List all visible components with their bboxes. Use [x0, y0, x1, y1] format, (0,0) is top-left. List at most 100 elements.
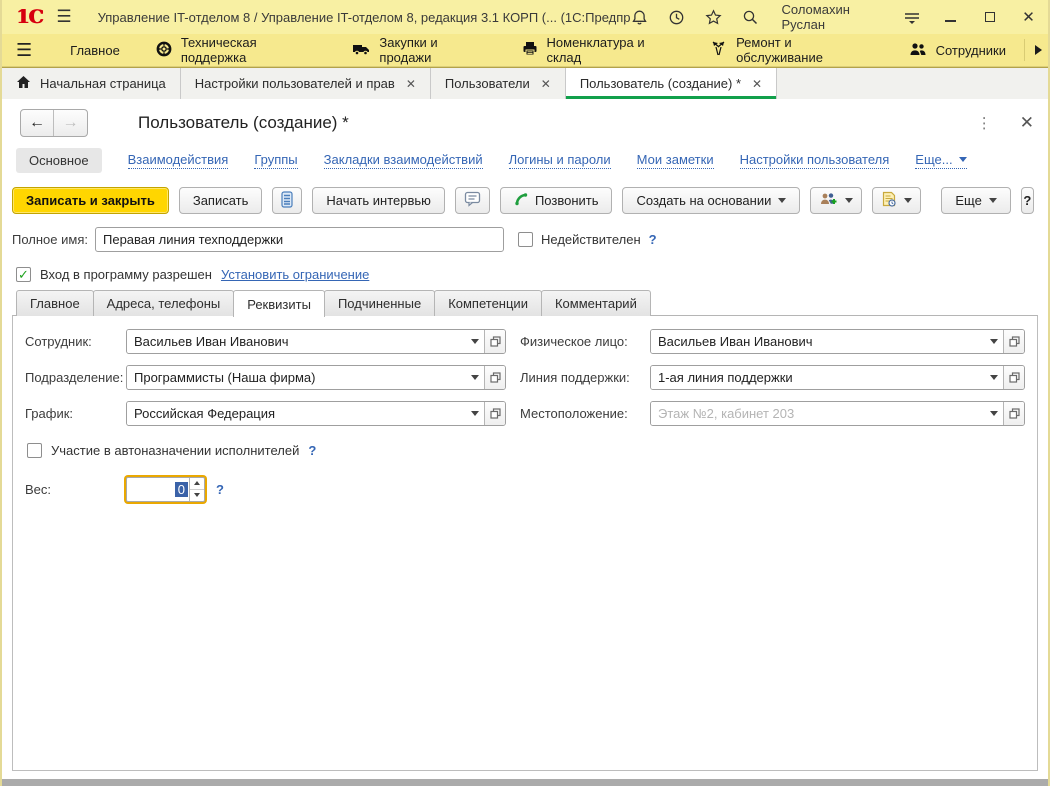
- window-title: Управление IT-отделом 8 / Управление IT-…: [98, 10, 632, 25]
- tab-subordinates[interactable]: Подчиненные: [324, 290, 435, 316]
- navlink-user-settings[interactable]: Настройки пользователя: [740, 152, 890, 169]
- open-item-icon[interactable]: [484, 366, 505, 389]
- form-close-icon[interactable]: ✕: [1020, 113, 1034, 133]
- login-allowed-checkbox[interactable]: ✓: [16, 267, 31, 282]
- chevron-down-icon: [845, 198, 853, 203]
- full-name-input[interactable]: [95, 227, 504, 252]
- close-window-button[interactable]: ✕: [1019, 7, 1038, 27]
- menu-item-tech-support[interactable]: Техническая поддержка: [138, 34, 335, 66]
- set-restriction-link[interactable]: Установить ограничение: [221, 267, 369, 282]
- menu-item-label: Закупки и продажи: [379, 35, 485, 65]
- start-interview-button[interactable]: Начать интервью: [312, 187, 445, 214]
- tab-main[interactable]: Главное: [16, 290, 94, 316]
- close-tab-icon[interactable]: ✕: [406, 77, 416, 91]
- full-name-label: Полное имя:: [12, 232, 95, 247]
- tab-requisites[interactable]: Реквизиты: [233, 290, 325, 317]
- open-item-icon[interactable]: [484, 402, 505, 425]
- person-input[interactable]: [651, 330, 985, 353]
- schedule-input[interactable]: [127, 402, 466, 425]
- tab-competencies[interactable]: Компетенции: [434, 290, 542, 316]
- main-menu-icon[interactable]: ☰: [56, 7, 71, 27]
- current-user[interactable]: Соломахин Руслан: [781, 2, 881, 32]
- navlink-logins-passwords[interactable]: Логины и пароли: [509, 152, 611, 169]
- save-and-close-button[interactable]: Записать и закрыть: [12, 187, 169, 214]
- assign-users-dropdown-button[interactable]: [810, 187, 862, 214]
- menu-item-label: Ремонт и обслуживание: [736, 35, 873, 65]
- help-button[interactable]: ?: [1021, 187, 1034, 214]
- menu-item-repair-service[interactable]: Ремонт и обслуживание: [692, 34, 891, 66]
- dropdown-arrow-icon[interactable]: [985, 402, 1003, 425]
- tab-user-create[interactable]: Пользователь (создание) * ✕: [566, 68, 777, 99]
- weight-help-icon[interactable]: ?: [216, 482, 224, 497]
- create-based-on-label: Создать на основании: [636, 193, 771, 208]
- navlink-main[interactable]: Основное: [16, 148, 102, 173]
- weight-label: Вес:: [25, 482, 126, 497]
- open-item-icon[interactable]: [1003, 330, 1024, 353]
- navlink-my-notes[interactable]: Мои заметки: [637, 152, 714, 169]
- dropdown-arrow-icon[interactable]: [985, 366, 1003, 389]
- people-icon: [909, 42, 927, 59]
- favorites-star-icon[interactable]: [705, 8, 722, 26]
- back-button[interactable]: ←: [21, 110, 54, 136]
- save-button[interactable]: Записать: [179, 187, 263, 214]
- field-row: Подразделение: Линия поддержки:: [25, 364, 1025, 390]
- tab-home[interactable]: Начальная страница: [2, 68, 181, 99]
- schedule-document-dropdown-button[interactable]: [872, 187, 921, 214]
- forward-button[interactable]: →: [54, 110, 87, 136]
- menu-item-main[interactable]: Главное: [52, 34, 138, 66]
- form-kebab-menu-icon[interactable]: ⋮: [977, 121, 992, 126]
- stepper-up-icon[interactable]: [190, 478, 204, 490]
- navlink-more[interactable]: Еще...: [915, 152, 966, 169]
- support-line-input[interactable]: [651, 366, 985, 389]
- chevron-down-icon: [959, 157, 967, 162]
- department-input[interactable]: [127, 366, 466, 389]
- truck-icon: [352, 42, 370, 59]
- employee-input[interactable]: [127, 330, 466, 353]
- create-based-on-button[interactable]: Создать на основании: [622, 187, 800, 214]
- navlink-interaction-bookmarks[interactable]: Закладки взаимодействий: [324, 152, 483, 169]
- window-resize-strip[interactable]: [2, 779, 1048, 786]
- notifications-bell-icon[interactable]: [631, 8, 648, 26]
- dropdown-arrow-icon[interactable]: [466, 366, 484, 389]
- search-icon[interactable]: [742, 8, 759, 26]
- weight-stepper[interactable]: 0: [126, 477, 205, 502]
- navlink-groups[interactable]: Группы: [254, 152, 297, 169]
- menu-item-employees[interactable]: Сотрудники: [891, 34, 1024, 66]
- history-icon[interactable]: [668, 8, 685, 26]
- support-line-label: Линия поддержки:: [520, 370, 650, 385]
- sections-hamburger-icon[interactable]: ☰: [16, 40, 32, 61]
- open-item-icon[interactable]: [1003, 366, 1024, 389]
- menu-overflow-arrow[interactable]: [1024, 39, 1042, 61]
- minimize-button[interactable]: [941, 7, 960, 27]
- service-settings-icon[interactable]: [903, 8, 921, 26]
- comment-button[interactable]: [455, 187, 490, 214]
- field-row: График: Местоположение:: [25, 400, 1025, 426]
- subordination-structure-button[interactable]: [272, 187, 302, 214]
- menu-item-purchases-sales[interactable]: Закупки и продажи: [334, 34, 503, 66]
- 1c-logo-icon: 1С: [16, 6, 42, 28]
- open-item-icon[interactable]: [484, 330, 505, 353]
- location-input[interactable]: [651, 402, 985, 425]
- tab-user-rights-settings[interactable]: Настройки пользователей и прав ✕: [181, 68, 431, 99]
- navlink-interactions[interactable]: Взаимодействия: [128, 152, 229, 169]
- dropdown-arrow-icon[interactable]: [466, 330, 484, 353]
- stepper-down-icon[interactable]: [190, 490, 204, 501]
- tab-addresses-phones[interactable]: Адреса, телефоны: [93, 290, 235, 316]
- auto-assign-checkbox[interactable]: [27, 443, 42, 458]
- maximize-button[interactable]: [980, 7, 999, 27]
- menu-item-nomenclature[interactable]: Номенклатура и склад: [504, 34, 693, 66]
- dropdown-arrow-icon[interactable]: [985, 330, 1003, 353]
- close-tab-icon[interactable]: ✕: [541, 77, 551, 91]
- tab-comment[interactable]: Комментарий: [541, 290, 651, 316]
- dropdown-arrow-icon[interactable]: [466, 402, 484, 425]
- invalid-help-icon[interactable]: ?: [649, 232, 657, 247]
- tab-users[interactable]: Пользователи ✕: [431, 68, 566, 99]
- invalid-checkbox[interactable]: [518, 232, 533, 247]
- form-nav-links: Основное Взаимодействия Группы Закладки …: [2, 147, 1048, 173]
- more-button[interactable]: Еще: [941, 187, 1010, 214]
- close-tab-icon[interactable]: ✕: [752, 77, 762, 91]
- open-item-icon[interactable]: [1003, 402, 1024, 425]
- auto-assign-help-icon[interactable]: ?: [308, 443, 316, 458]
- person-label: Физическое лицо:: [520, 334, 650, 349]
- call-button[interactable]: Позвонить: [500, 187, 613, 214]
